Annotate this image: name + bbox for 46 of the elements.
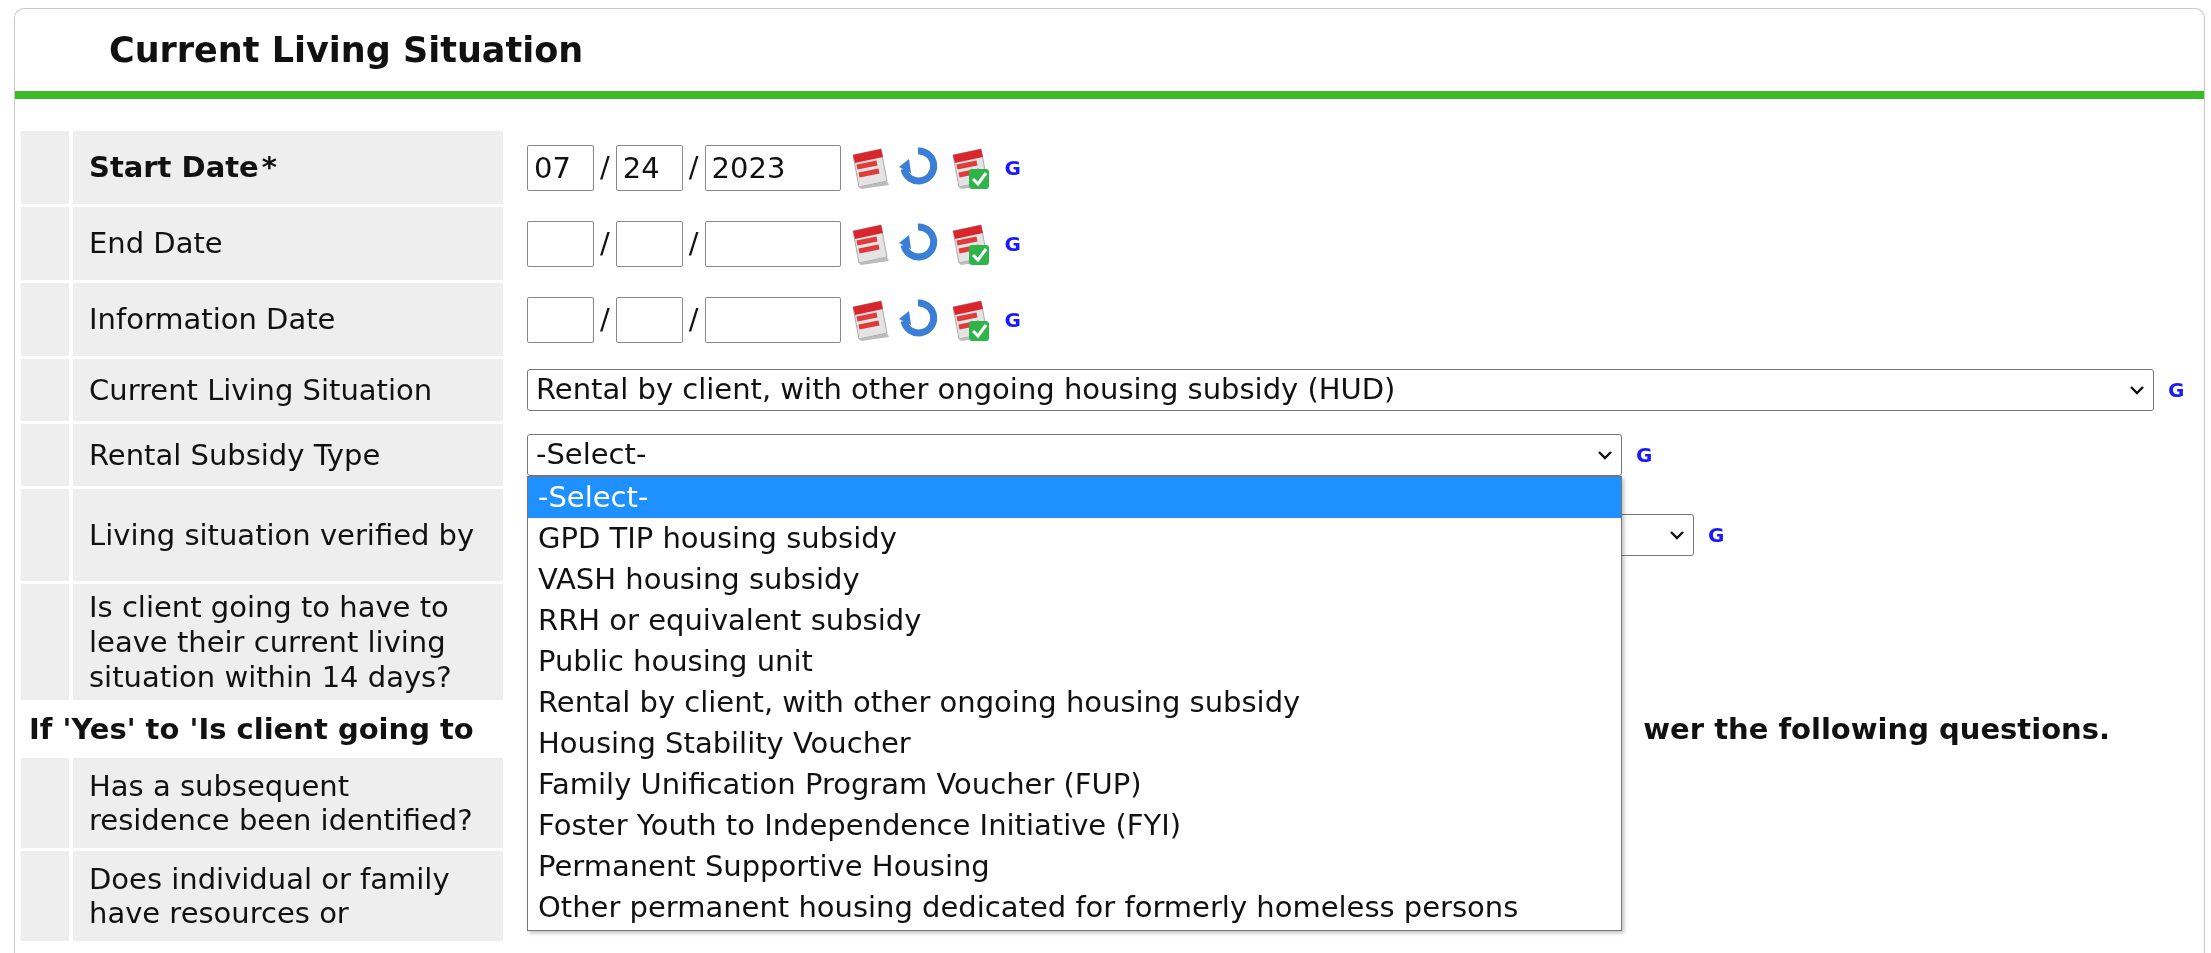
dropdown-option[interactable]: Housing Stability Voucher bbox=[528, 723, 1621, 764]
g-link[interactable]: G bbox=[2168, 375, 2185, 405]
day-field[interactable] bbox=[615, 220, 683, 267]
date-separator: / bbox=[600, 148, 610, 186]
month-field[interactable] bbox=[527, 296, 594, 343]
dropdown-option[interactable]: GPD TIP housing subsidy bbox=[528, 518, 1621, 559]
dropdown-option[interactable]: Permanent Supportive Housing bbox=[528, 846, 1621, 887]
date-separator: / bbox=[600, 300, 610, 338]
dropdown[interactable]: Rental by client, with other ongoing housing subsidy (HUD) bbox=[527, 369, 2154, 411]
dropdown-option[interactable]: Rental by client, with other ongoing housing subsidy bbox=[528, 682, 1621, 723]
field-label: Has a subsequent residence been identified? bbox=[89, 768, 474, 839]
day-field[interactable] bbox=[615, 296, 683, 343]
field-label: Rental Subsidy Type bbox=[89, 437, 381, 473]
instruction-text: If 'Yes' to 'Is client going to bbox=[29, 710, 474, 748]
day-field[interactable]: 24 bbox=[615, 144, 683, 191]
year-field[interactable] bbox=[704, 296, 841, 343]
dropdown-option[interactable]: Family Unification Program Voucher (FUP) bbox=[528, 764, 1621, 805]
field-label: Current Living Situation bbox=[89, 372, 433, 408]
required-mark: * bbox=[261, 150, 277, 185]
instruction-text: wer the following questions. bbox=[1643, 710, 2111, 748]
field-label: Start Date bbox=[89, 150, 259, 185]
dropdown[interactable]: -Select- bbox=[527, 434, 1622, 476]
g-link[interactable]: G bbox=[1708, 520, 1725, 550]
year-field[interactable] bbox=[704, 220, 841, 267]
month-field[interactable]: 07 bbox=[527, 144, 594, 191]
field-label: Information Date bbox=[89, 302, 336, 337]
g-link[interactable]: G bbox=[1636, 440, 1653, 470]
g-link[interactable]: G bbox=[1004, 152, 1021, 183]
year-field[interactable]: 2023 bbox=[704, 144, 841, 191]
field-label: Is client going to have to leave their current living situation within 14 days? bbox=[89, 590, 453, 695]
field-label: Living situation verified by bbox=[89, 517, 475, 553]
date-separator: / bbox=[688, 300, 699, 338]
date-separator: / bbox=[688, 224, 699, 262]
month-field[interactable] bbox=[527, 220, 594, 267]
dropdown-option[interactable]: VASH housing subsidy bbox=[528, 559, 1621, 600]
g-link[interactable]: G bbox=[1004, 304, 1021, 335]
dropdown-option[interactable]: RRH or equivalent subsidy bbox=[528, 600, 1621, 641]
g-link[interactable]: G bbox=[1004, 228, 1021, 259]
field-label: Does individual or family have resources or bbox=[89, 861, 451, 932]
field-label: End Date bbox=[89, 226, 223, 261]
dropdown-option[interactable]: Other permanent housing dedicated for formerly homeless persons bbox=[528, 887, 1621, 928]
dropdown-option[interactable]: Foster Youth to Independence Initiative (FYI) bbox=[528, 805, 1621, 846]
date-separator: / bbox=[688, 148, 699, 186]
dropdown-option[interactable]: Public housing unit bbox=[528, 641, 1621, 682]
section-title: Current Living Situation bbox=[109, 28, 584, 72]
date-separator: / bbox=[600, 224, 610, 262]
